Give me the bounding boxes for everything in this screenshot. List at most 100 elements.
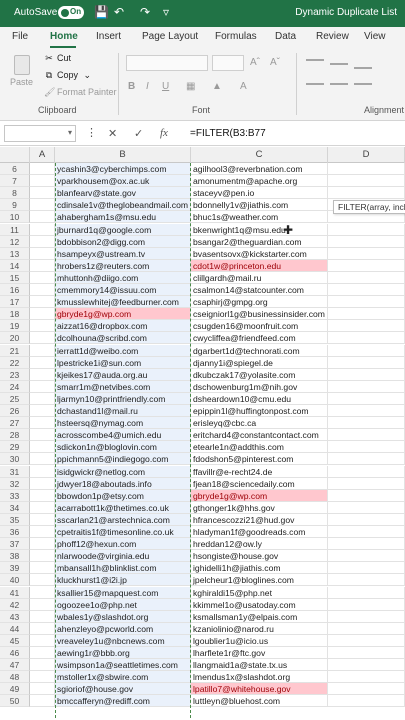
cell-b[interactable]: vparkhousem@ox.ac.uk bbox=[55, 175, 191, 188]
cell-a[interactable] bbox=[30, 513, 55, 526]
insert-function-button[interactable]: fx bbox=[160, 127, 168, 139]
cell-a[interactable] bbox=[30, 429, 55, 442]
worksheet-grid[interactable]: A B C D 6 ycashin3@cyberchimps.com agilhoo… bbox=[0, 147, 405, 720]
row-header[interactable]: 37 bbox=[0, 538, 30, 551]
cell-d[interactable] bbox=[328, 671, 405, 684]
row-header[interactable]: 36 bbox=[0, 526, 30, 539]
cell-d[interactable] bbox=[328, 284, 405, 297]
cell-a[interactable] bbox=[30, 235, 55, 248]
cell-d[interactable] bbox=[328, 513, 405, 526]
cell-b[interactable]: kmusslewhitej@feedburner.com bbox=[55, 296, 191, 309]
cell-d[interactable] bbox=[328, 501, 405, 514]
cell-c[interactable]: bhuc1s@weather.com bbox=[191, 211, 328, 224]
tab-view[interactable]: View bbox=[364, 31, 386, 42]
row-header[interactable]: 49 bbox=[0, 683, 30, 696]
cell-d[interactable] bbox=[328, 634, 405, 647]
cell-c[interactable]: kzaniolinio@narod.ru bbox=[191, 622, 328, 635]
row-header[interactable]: 32 bbox=[0, 477, 30, 490]
cell-d[interactable] bbox=[328, 610, 405, 623]
cell-d[interactable] bbox=[328, 477, 405, 490]
tab-file[interactable]: File bbox=[12, 31, 28, 42]
customize-quick-access-icon[interactable]: ▿ bbox=[163, 5, 169, 19]
row-header[interactable]: 8 bbox=[0, 187, 30, 200]
row-header[interactable]: 39 bbox=[0, 562, 30, 575]
cell-a[interactable] bbox=[30, 659, 55, 672]
row-header[interactable]: 50 bbox=[0, 695, 30, 708]
paste-button[interactable]: Paste bbox=[8, 55, 34, 87]
cell-d[interactable] bbox=[328, 622, 405, 635]
cell-d[interactable] bbox=[328, 441, 405, 454]
cell-a[interactable] bbox=[30, 296, 55, 309]
cell-a[interactable] bbox=[30, 683, 55, 696]
undo-icon[interactable]: ↶ bbox=[114, 5, 124, 19]
row-header[interactable]: 34 bbox=[0, 501, 30, 514]
row-header[interactable]: 48 bbox=[0, 671, 30, 684]
column-header-d[interactable]: D bbox=[328, 147, 405, 163]
tab-review[interactable]: Review bbox=[316, 31, 349, 42]
align-right-icon[interactable] bbox=[354, 83, 372, 85]
column-header-a[interactable]: A bbox=[30, 147, 55, 163]
align-bottom-icon[interactable] bbox=[354, 67, 372, 69]
cell-b[interactable]: acrosscombe4@umich.edu bbox=[55, 429, 191, 442]
cell-a[interactable] bbox=[30, 417, 55, 430]
cell-b[interactable]: wsimpson1a@seattletimes.com bbox=[55, 659, 191, 672]
cell-b[interactable]: kluckhurst1@i2i.jp bbox=[55, 574, 191, 587]
row-header[interactable]: 13 bbox=[0, 247, 30, 260]
cell-d[interactable] bbox=[328, 465, 405, 478]
row-header[interactable]: 31 bbox=[0, 465, 30, 478]
cell-c[interactable]: kkimmel1o@usatoday.com bbox=[191, 598, 328, 611]
cell-b[interactable]: ycashin3@cyberchimps.com bbox=[55, 163, 191, 176]
cell-d[interactable] bbox=[328, 259, 405, 272]
increase-font-icon[interactable]: Aˆ bbox=[250, 57, 260, 68]
cell-c[interactable]: dsheardown10@cmu.edu bbox=[191, 392, 328, 405]
row-header[interactable]: 30 bbox=[0, 453, 30, 466]
row-header[interactable]: 17 bbox=[0, 296, 30, 309]
cell-d[interactable] bbox=[328, 417, 405, 430]
cell-c[interactable]: eritchard4@constantcontact.com bbox=[191, 429, 328, 442]
row-header[interactable]: 7 bbox=[0, 175, 30, 188]
italic-button[interactable]: I bbox=[146, 81, 149, 92]
cell-c[interactable]: gthonger1k@hhs.gov bbox=[191, 501, 328, 514]
tab-home[interactable]: Home bbox=[50, 31, 78, 42]
cell-c[interactable]: cwycliffea@friendfeed.com bbox=[191, 332, 328, 345]
cell-d[interactable] bbox=[328, 380, 405, 393]
cell-d[interactable] bbox=[328, 332, 405, 345]
cell-d[interactable] bbox=[328, 356, 405, 369]
cell-b[interactable]: phoff12@hexun.com bbox=[55, 538, 191, 551]
align-left-icon[interactable] bbox=[306, 83, 324, 85]
cell-d[interactable] bbox=[328, 453, 405, 466]
row-header[interactable]: 26 bbox=[0, 405, 30, 418]
cell-a[interactable] bbox=[30, 647, 55, 660]
row-header[interactable]: 29 bbox=[0, 441, 30, 454]
autosave-toggle[interactable]: On bbox=[58, 6, 84, 19]
row-header[interactable]: 9 bbox=[0, 199, 30, 212]
cell-d[interactable] bbox=[328, 538, 405, 551]
cell-d[interactable] bbox=[328, 550, 405, 563]
cell-a[interactable] bbox=[30, 356, 55, 369]
align-center-icon[interactable] bbox=[330, 83, 348, 85]
cell-a[interactable] bbox=[30, 574, 55, 587]
cell-c[interactable]: hsongiste@house.gov bbox=[191, 550, 328, 563]
cell-a[interactable] bbox=[30, 695, 55, 708]
cell-b[interactable]: ierratt1d@weibo.com bbox=[55, 344, 191, 357]
cell-c[interactable]: csugden16@moonfruit.com bbox=[191, 320, 328, 333]
cell-c[interactable]: gbryde1g@wp.com bbox=[191, 489, 328, 502]
cell-b[interactable]: cpetraitis1f@timesonline.co.uk bbox=[55, 526, 191, 539]
cell-d[interactable] bbox=[328, 392, 405, 405]
cell-a[interactable] bbox=[30, 163, 55, 176]
font-color-icon[interactable]: A bbox=[240, 81, 247, 92]
cell-b[interactable]: blanfearv@state.gov bbox=[55, 187, 191, 200]
cell-c[interactable]: bvasentsovx@kickstarter.com bbox=[191, 247, 328, 260]
close-icon[interactable]: ✕ bbox=[108, 127, 117, 140]
cell-d[interactable] bbox=[328, 562, 405, 575]
cell-c[interactable]: lharflete1r@ftc.gov bbox=[191, 647, 328, 660]
cell-d[interactable] bbox=[328, 223, 405, 236]
cell-d[interactable] bbox=[328, 489, 405, 502]
row-header[interactable]: 21 bbox=[0, 344, 30, 357]
row-header[interactable]: 40 bbox=[0, 574, 30, 587]
cell-b[interactable]: aewing1r@bbb.org bbox=[55, 647, 191, 660]
cell-c[interactable]: dgarbert1d@technorati.com bbox=[191, 344, 328, 357]
font-name-select[interactable] bbox=[126, 55, 208, 71]
cell-b[interactable]: nlarwoode@virginia.edu bbox=[55, 550, 191, 563]
cell-b[interactable]: ljarmyn10@printfriendly.com bbox=[55, 392, 191, 405]
